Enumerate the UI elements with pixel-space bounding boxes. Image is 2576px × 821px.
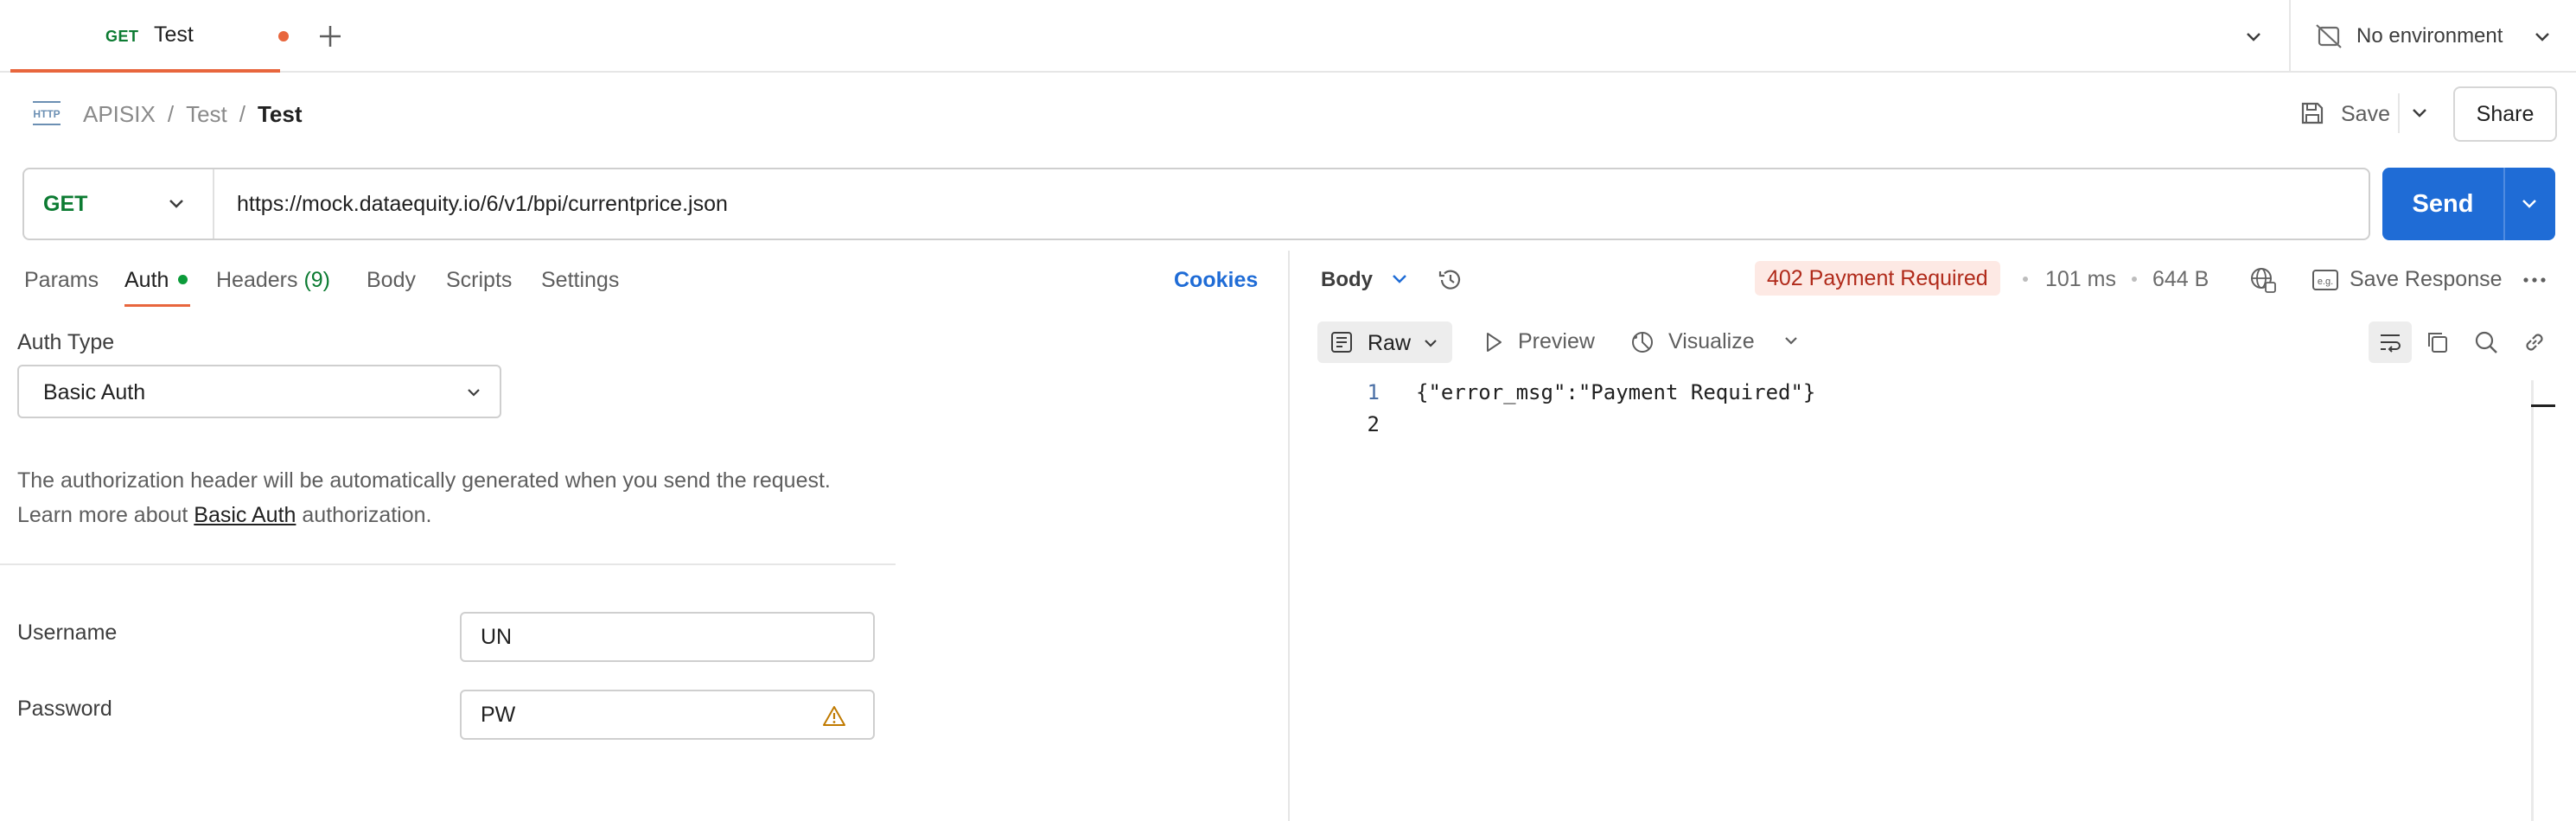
save-divider (2398, 93, 2400, 133)
auth-help-suffix: authorization. (296, 503, 432, 527)
auth-type-select[interactable]: Basic Auth (17, 365, 501, 418)
raw-label: Raw (1368, 331, 1412, 355)
url-bar: GET (22, 168, 2370, 240)
auth-help-prefix: Learn more about (17, 503, 194, 527)
send-label[interactable]: Send (2382, 168, 2503, 240)
warning-icon[interactable] (821, 703, 847, 729)
wrap-icon (2381, 334, 2401, 353)
cookies-link[interactable]: Cookies (1174, 268, 1258, 293)
code-text[interactable]: {"error_msg":"Payment Required"} (1416, 380, 1815, 404)
chevron-down-icon[interactable] (1387, 266, 1412, 292)
save-button[interactable]: Save (2341, 102, 2390, 127)
auth-type-label: Auth Type (17, 330, 115, 354)
chevron-down-icon[interactable] (2239, 22, 2268, 52)
breadcrumb-separator: / (239, 101, 245, 127)
response-size[interactable]: 644 B (2152, 267, 2209, 292)
method-label: GET (43, 192, 88, 216)
meta-separator (2023, 277, 2028, 282)
history-icon[interactable] (1435, 264, 1466, 296)
code-line: 2 (1349, 412, 1416, 436)
username-input[interactable] (460, 612, 875, 662)
copy-icon[interactable] (2424, 328, 2452, 356)
chevron-down-icon[interactable] (2528, 22, 2557, 52)
tab-params[interactable]: Params (24, 268, 99, 293)
save-icon[interactable] (2298, 99, 2327, 128)
breadcrumb-item[interactable]: Test (186, 101, 227, 127)
example-icon[interactable]: e.g. (2311, 268, 2339, 292)
svg-text:HTTP: HTTP (33, 108, 60, 120)
status-badge[interactable]: 402 Payment Required (1755, 261, 2000, 296)
raw-icon (1331, 332, 1352, 353)
request-tab[interactable]: GET Test (10, 0, 289, 73)
request-tab-bar: GET Test No environment (0, 0, 2576, 73)
tab-body[interactable]: Body (367, 268, 416, 293)
tab-headers-label: Headers (216, 268, 298, 292)
tab-method: GET (105, 28, 139, 45)
password-label: Password (17, 697, 112, 721)
preview-button[interactable]: Preview (1518, 329, 1595, 354)
meta-separator (2132, 277, 2137, 282)
tab-auth[interactable]: Auth (124, 268, 169, 293)
headers-count: (9) (303, 268, 331, 292)
chevron-down-icon (169, 200, 183, 208)
environment-selector-label[interactable]: No environment (2356, 24, 2503, 48)
tab-headers[interactable]: Headers (9) (216, 268, 330, 293)
line-number: 2 (1367, 412, 1380, 436)
tab-settings[interactable]: Settings (541, 268, 619, 293)
search-icon[interactable] (2472, 328, 2500, 356)
url-input[interactable] (237, 187, 2311, 221)
chevron-down-icon[interactable] (2515, 190, 2543, 218)
link-icon[interactable] (2521, 328, 2548, 356)
chevron-down-icon[interactable] (2405, 99, 2434, 128)
auth-type-value: Basic Auth (43, 380, 146, 404)
plus-icon[interactable] (313, 19, 348, 54)
breadcrumb-separator: / (167, 101, 175, 127)
play-icon[interactable] (1480, 328, 1508, 356)
tab-scripts[interactable]: Scripts (446, 268, 512, 293)
password-input[interactable] (460, 690, 875, 740)
line-number: 1 (1367, 380, 1380, 404)
breadcrumb-item[interactable]: APISIX (83, 101, 156, 127)
more-icon[interactable] (2521, 270, 2548, 290)
chevron-down-icon[interactable] (1779, 328, 1803, 353)
visualize-button[interactable]: Visualize (1668, 329, 1755, 354)
chevron-down-icon (468, 389, 480, 397)
send-split-divider (2503, 168, 2505, 240)
unsaved-dot (278, 31, 289, 41)
breadcrumb-current[interactable]: Test (258, 101, 303, 127)
send-button[interactable]: Send (2382, 168, 2555, 240)
method-select[interactable]: GET (24, 169, 214, 239)
save-response-button[interactable]: Save Response (2350, 267, 2503, 292)
chevron-down-icon (1425, 340, 1437, 347)
scrollbar-thumb[interactable] (2531, 404, 2555, 407)
code-line: 1 {"error_msg":"Payment Required"} (1349, 380, 1816, 404)
visualize-icon[interactable] (1629, 328, 1656, 356)
svg-text:e.g.: e.g. (2318, 277, 2333, 287)
auth-divider (0, 563, 896, 565)
response-body-label[interactable]: Body (1321, 268, 1373, 292)
breadcrumb: APISIX / Test / Test (83, 101, 303, 128)
auth-active-dot (178, 275, 188, 284)
wrap-lines-button[interactable] (2369, 321, 2412, 363)
share-button[interactable]: Share (2453, 86, 2557, 142)
active-tab-indicator (124, 304, 190, 307)
http-icon: HTTP (33, 101, 61, 125)
raw-view-button[interactable]: Raw (1317, 321, 1452, 363)
globe-icon[interactable] (2248, 264, 2279, 296)
scrollbar-track[interactable] (2531, 380, 2534, 821)
pane-divider[interactable] (1288, 251, 1290, 821)
environment-divider (2289, 0, 2291, 73)
no-environment-icon (2316, 24, 2342, 48)
tab-name: Test (154, 22, 194, 47)
auth-help-line: Learn more about Basic Auth authorizatio… (17, 498, 882, 532)
response-time[interactable]: 101 ms (2045, 267, 2116, 292)
auth-help-text: The authorization header will be automat… (17, 463, 882, 532)
auth-help-line: The authorization header will be automat… (17, 468, 831, 493)
basic-auth-link[interactable]: Basic Auth (194, 503, 296, 527)
username-label: Username (17, 621, 118, 645)
